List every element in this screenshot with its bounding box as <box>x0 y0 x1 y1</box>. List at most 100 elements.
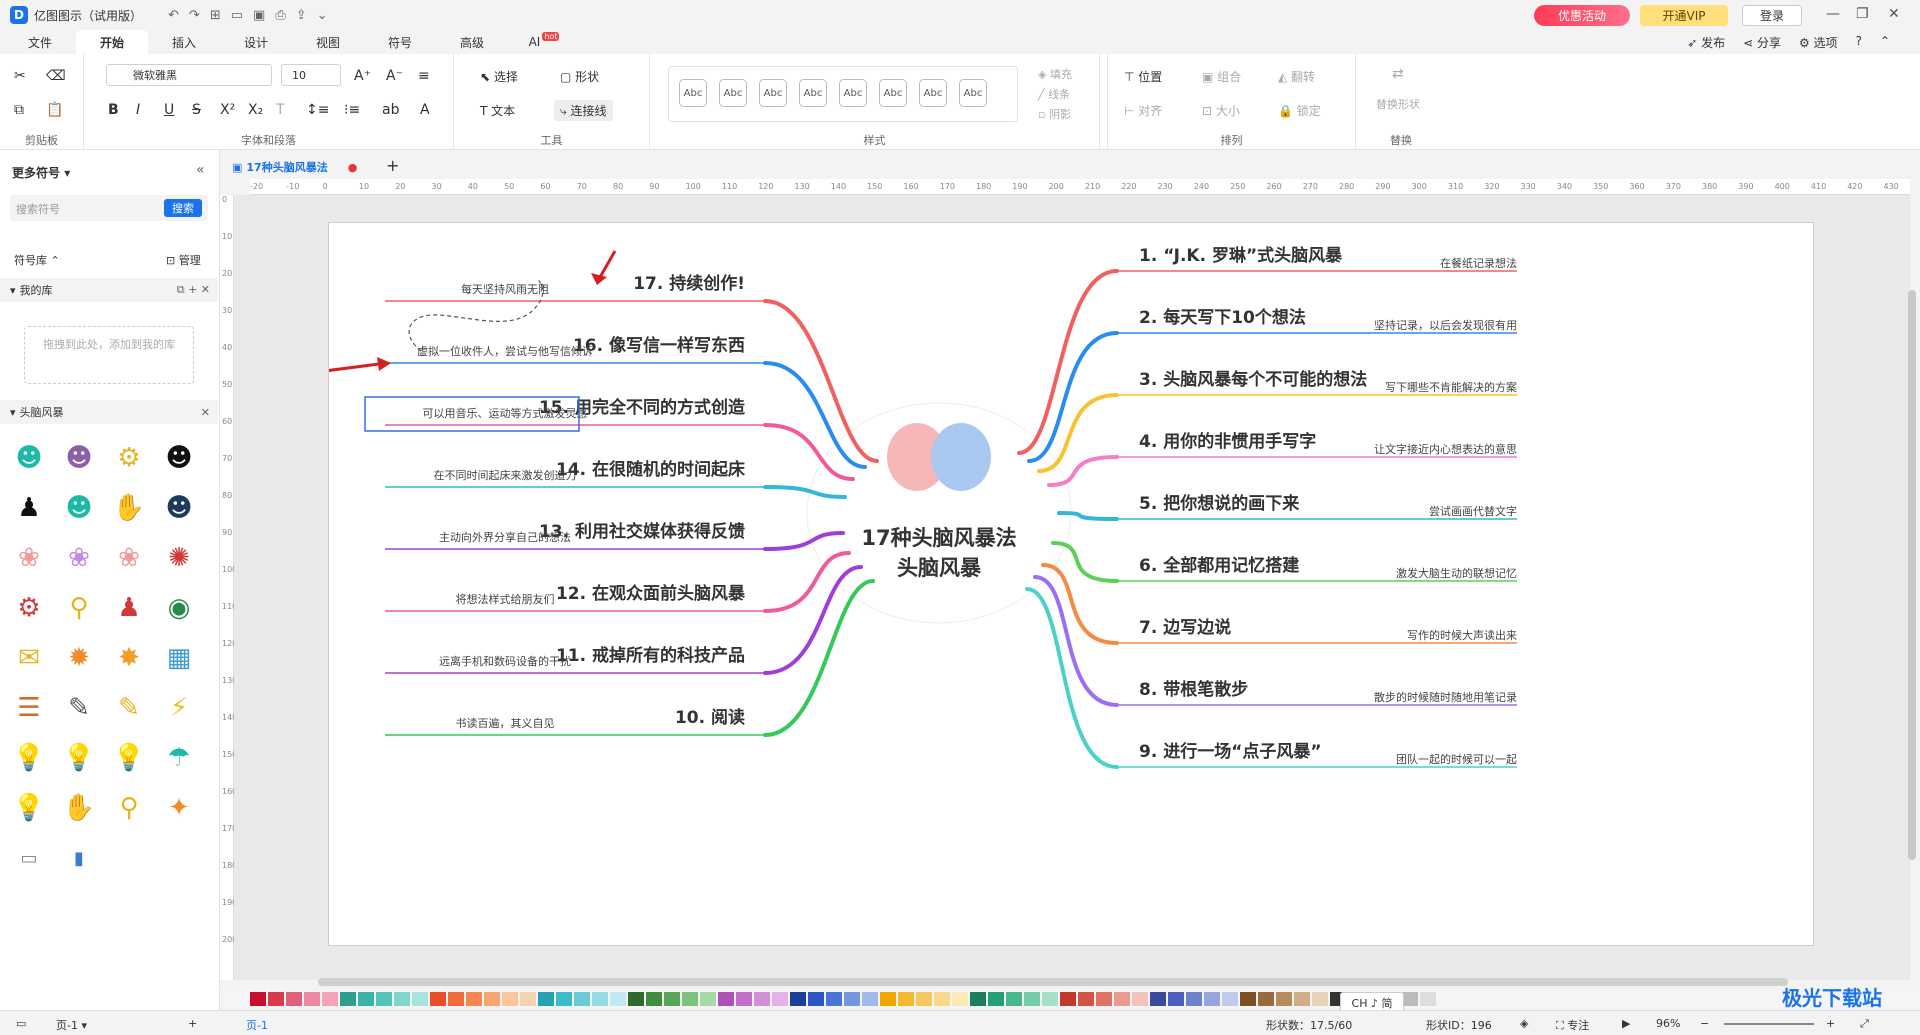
team-icon[interactable]: ♟ <box>110 590 148 626</box>
cut-icon[interactable]: ✂ <box>14 68 26 84</box>
topic-left[interactable]: 12. 在观众面前头脑风暴 <box>556 583 746 604</box>
select-button[interactable]: ⬉ 选择 <box>480 68 518 85</box>
notepad-icon[interactable]: ✎ <box>110 690 148 726</box>
close-category-icon[interactable]: ✕ <box>201 406 210 419</box>
my-library-header[interactable]: ▾ 我的库 ⧉ + ✕ <box>0 278 218 302</box>
wand-icon[interactable]: ⚲ <box>60 590 98 626</box>
replace-shape-icon[interactable]: ⇄ <box>1392 66 1404 82</box>
topic-right[interactable]: 6. 全部都用记忆搭建 <box>1139 555 1299 576</box>
color-swatch[interactable] <box>1024 992 1040 1006</box>
hand-bulb-icon[interactable]: ✋ <box>60 790 98 826</box>
color-swatch[interactable] <box>790 992 806 1006</box>
tab-home[interactable]: 开始 <box>76 30 148 54</box>
color-swatch[interactable] <box>988 992 1004 1006</box>
subtopic-note[interactable]: 可以用音乐、运动等方式激发灵感 <box>423 406 588 420</box>
subtopic-note[interactable]: 坚持记录，以后会发现很有用 <box>1374 318 1517 332</box>
shrink-font-icon[interactable]: A⁻ <box>386 68 403 84</box>
superscript-icon[interactable]: X² <box>220 102 235 118</box>
head-gear-icon[interactable]: ⚙ <box>110 440 148 476</box>
subtopic-note[interactable]: 写作的时候大声读出来 <box>1407 628 1517 642</box>
promo-button[interactable]: 优惠活动 <box>1534 5 1630 26</box>
strike-icon[interactable]: S <box>192 102 201 118</box>
color-swatch[interactable] <box>556 992 572 1006</box>
copy-icon[interactable]: ⧉ <box>14 102 24 118</box>
line-spacing-icon[interactable]: ↕≡ <box>306 102 329 118</box>
color-swatch[interactable] <box>736 992 752 1006</box>
zoom-slider[interactable] <box>1724 1023 1814 1025</box>
manage-button[interactable]: ⊡ 管理 <box>166 252 201 268</box>
style-swatch[interactable]: Abc <box>799 79 827 107</box>
color-swatch[interactable] <box>952 992 968 1006</box>
subtopic-note[interactable]: 团队一起的时候可以一起 <box>1396 752 1517 766</box>
topic-left[interactable]: 10. 阅读 <box>675 707 745 728</box>
minimize-icon[interactable]: — <box>1826 6 1840 22</box>
color-swatch[interactable] <box>826 992 842 1006</box>
color-swatch[interactable] <box>1132 992 1148 1006</box>
bullets-icon[interactable]: ⁝≡ <box>344 102 360 118</box>
color-swatch[interactable] <box>1294 992 1310 1006</box>
bulb-gear-icon[interactable]: 💡 <box>60 740 98 776</box>
color-swatch[interactable] <box>772 992 788 1006</box>
color-swatch[interactable] <box>1096 992 1112 1006</box>
brain-red-icon[interactable]: ✺ <box>160 540 198 576</box>
undo-icon[interactable]: ↶ <box>168 8 179 23</box>
head-exclaim-icon[interactable]: ☻ <box>60 490 98 526</box>
text-button[interactable]: T 文本 <box>480 102 515 119</box>
library-header[interactable]: 符号库 ⌃ <box>14 252 60 268</box>
fill-button[interactable]: ◈ 填充 <box>1038 66 1072 82</box>
subtopic-note[interactable]: 在餐纸记录想法 <box>1440 256 1517 270</box>
collapse-ribbon-icon[interactable]: ⌃ <box>1880 34 1890 51</box>
options-button[interactable]: ⚙ 选项 <box>1799 34 1838 51</box>
flip-button[interactable]: ◭ 翻转 <box>1278 68 1315 85</box>
sidebar-title[interactable]: 更多符号 ▾ <box>12 164 70 181</box>
topic-right[interactable]: 5. 把你想说的画下来 <box>1139 493 1300 514</box>
brain-right-icon[interactable] <box>931 423 991 491</box>
color-swatch[interactable] <box>1222 992 1238 1006</box>
central-topic-title[interactable]: 17种头脑风暴法 <box>861 526 1016 550</box>
color-swatch[interactable] <box>1168 992 1184 1006</box>
paste-icon[interactable]: 📋 <box>46 102 63 118</box>
color-swatch[interactable] <box>1240 992 1256 1006</box>
topic-left[interactable]: 14. 在很随机的时间起床 <box>556 459 746 480</box>
color-swatch[interactable] <box>754 992 770 1006</box>
drawing-page[interactable]: 17种头脑风暴法 头脑风暴 1. “J.K. 罗琳”式头脑风暴 在餐纸记录想法 2. 每… <box>328 222 1814 946</box>
share-button[interactable]: ⋖ 分享 <box>1743 34 1781 51</box>
topic-left[interactable]: 16. 像写信一样写东西 <box>573 335 745 356</box>
subtopic-note[interactable]: 在不同时间起床来激发创造力 <box>434 468 577 482</box>
style-swatch[interactable]: Abc <box>879 79 907 107</box>
color-swatch[interactable] <box>538 992 554 1006</box>
color-swatch[interactable] <box>376 992 392 1006</box>
device-icon[interactable]: ▮ <box>60 840 98 876</box>
login-button[interactable]: 登录 <box>1742 5 1802 26</box>
subtopic-note[interactable]: 散步的时候随时随地用笔记录 <box>1374 690 1517 704</box>
red-arrowhead-icon[interactable] <box>377 357 391 371</box>
italic-icon[interactable]: I <box>136 102 140 118</box>
vertical-scrollbar[interactable] <box>1908 290 1916 860</box>
color-swatch[interactable] <box>1420 992 1436 1006</box>
add-tab-icon[interactable]: + <box>386 156 399 175</box>
topic-right[interactable]: 7. 边写边说 <box>1139 617 1231 638</box>
restore-icon[interactable]: ❐ <box>1856 6 1869 22</box>
topic-right[interactable]: 8. 带根笔散步 <box>1139 679 1248 700</box>
export-icon[interactable]: ⇪ <box>296 8 307 23</box>
magnifier-icon[interactable]: ⚲ <box>110 790 148 826</box>
font-color-icon[interactable]: A <box>420 102 430 118</box>
head-dark-icon[interactable]: ☻ <box>160 440 198 476</box>
subscript-icon[interactable]: X₂ <box>248 102 263 118</box>
color-swatch[interactable] <box>1060 992 1076 1006</box>
color-swatch[interactable] <box>1276 992 1292 1006</box>
subtopic-note[interactable]: 虚拟一位收件人，尝试与他写信倾诉 <box>417 344 593 358</box>
page-layout-icon[interactable]: ▭ <box>16 1017 26 1030</box>
color-swatch[interactable] <box>1204 992 1220 1006</box>
vip-button[interactable]: 开通VIP <box>1640 5 1728 26</box>
tab-design[interactable]: 设计 <box>220 30 292 54</box>
style-swatch[interactable]: Abc <box>919 79 947 107</box>
subtopic-note[interactable]: 主动向外界分享自己的想法 <box>439 530 571 544</box>
close-icon[interactable]: ✕ <box>1888 6 1900 22</box>
subtopic-note[interactable]: 激发大脑生动的联想记忆 <box>1396 566 1517 580</box>
color-swatch[interactable] <box>268 992 284 1006</box>
color-swatch[interactable] <box>646 992 662 1006</box>
color-swatch[interactable] <box>412 992 428 1006</box>
color-swatch[interactable] <box>502 992 518 1006</box>
color-swatch[interactable] <box>628 992 644 1006</box>
